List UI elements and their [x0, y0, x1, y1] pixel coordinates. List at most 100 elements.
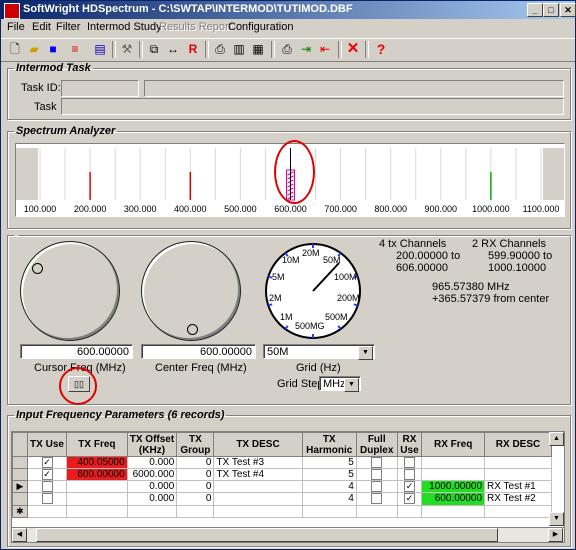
cell-rx-use[interactable] [396, 468, 423, 482]
cell-tx-desc[interactable] [213, 504, 303, 518]
grid-select[interactable]: 50M ▼ [263, 344, 375, 360]
scroll-thumb[interactable] [36, 528, 498, 542]
cell-tx-desc[interactable]: TX Test #4 [213, 468, 303, 482]
open-icon[interactable]: ▰ [26, 41, 42, 57]
cell-tx-use[interactable]: ✓ [26, 455, 68, 470]
cell-tx-group[interactable]: 0 [176, 468, 215, 482]
grid-step-select[interactable]: MHz ▼ [319, 376, 361, 392]
cell-tx-use[interactable] [26, 492, 68, 506]
range-icon[interactable]: ↔ [165, 41, 181, 57]
cell-tx-freq[interactable]: 400.05000 [66, 455, 128, 470]
cell-duplex[interactable] [355, 504, 398, 518]
chevron-down-icon[interactable]: ▼ [358, 346, 373, 360]
cursor-freq-knob[interactable] [20, 241, 120, 341]
checkbox[interactable]: ✓ [41, 457, 53, 468]
grid-icon[interactable]: ▤ [92, 41, 108, 57]
tool-icon[interactable]: ⚒ [119, 41, 135, 57]
cell-harmonic[interactable]: 5 [301, 455, 357, 470]
import-icon[interactable]: ⇤ [317, 41, 333, 57]
checkbox[interactable] [371, 457, 383, 468]
col-rx-freq[interactable]: RX Freq [421, 432, 486, 457]
chevron-down-icon[interactable]: ▼ [344, 378, 359, 392]
scroll-down-icon[interactable]: ▼ [549, 512, 564, 526]
cell-tx-use[interactable] [26, 480, 68, 494]
cell-tx-offset[interactable] [126, 504, 178, 518]
col-tx-freq[interactable]: TX Freq [66, 432, 128, 457]
help-icon[interactable]: ? [373, 41, 389, 57]
cell-harmonic[interactable]: 4 [301, 492, 357, 506]
task-id-field[interactable] [61, 80, 139, 97]
page-icon[interactable]: ▦ [250, 41, 266, 57]
row-selector[interactable] [12, 492, 28, 506]
checkbox[interactable] [371, 469, 383, 481]
col-rx-desc[interactable]: RX DESC [484, 432, 552, 457]
center-freq-input[interactable]: 600.00000 [141, 344, 256, 359]
list-icon[interactable]: ≡ [67, 41, 83, 57]
cell-rx-freq[interactable]: 600.00000 [421, 492, 486, 506]
cell-rx-freq[interactable] [421, 468, 486, 482]
cell-tx-offset[interactable]: 0.000 [126, 480, 178, 494]
close-button[interactable]: ✕ [560, 3, 576, 17]
scroll-right-icon[interactable]: ▶ [548, 528, 563, 542]
delete-icon[interactable]: ✕ [345, 41, 361, 57]
row-selector[interactable]: ▶ [12, 480, 28, 494]
cell-tx-offset[interactable]: 0.000 [126, 455, 178, 470]
menu-file[interactable]: File [7, 21, 25, 33]
grid-dial[interactable]: 20M 50M 100M 200M 500M 500MG 1M 2M 5M 10… [263, 241, 363, 341]
checkbox[interactable] [371, 493, 383, 505]
cell-rx-use[interactable] [396, 455, 423, 470]
scroll-up-icon[interactable]: ▲ [549, 432, 564, 446]
menu-results-report[interactable]: Results Report [159, 21, 232, 33]
cell-rx-freq[interactable]: 1000.00000 [421, 480, 486, 494]
minimize-button[interactable]: _ [527, 3, 543, 17]
cell-tx-desc[interactable] [213, 480, 303, 494]
cell-harmonic[interactable] [301, 504, 357, 518]
r-icon[interactable]: R [185, 41, 201, 57]
menu-intermod-study[interactable]: Intermod Study [87, 21, 162, 33]
cell-tx-offset[interactable]: 0.000 [126, 492, 178, 506]
print-icon[interactable]: ⎙ [212, 41, 228, 57]
maximize-button[interactable]: □ [543, 3, 559, 17]
col-rx-use[interactable]: RX Use [396, 432, 423, 457]
cell-tx-desc[interactable] [213, 492, 303, 506]
cell-rx-use[interactable]: ✓ [396, 492, 423, 506]
cursor-freq-input[interactable]: 600.00000 [20, 344, 133, 359]
cell-duplex[interactable] [355, 468, 398, 482]
table-row[interactable]: ✓ 400.05000 0.000 0 TX Test #3 5 [12, 455, 552, 470]
cell-rx-freq[interactable] [421, 455, 486, 470]
col-tx-offset[interactable]: TX Offset (KHz) [126, 432, 178, 457]
checkbox[interactable]: ✓ [41, 469, 53, 481]
menu-configuration[interactable]: Configuration [228, 21, 293, 33]
row-selector[interactable]: ✱ [12, 504, 28, 518]
cell-tx-freq[interactable] [66, 504, 128, 518]
center-freq-knob[interactable] [141, 241, 241, 341]
cell-tx-freq[interactable]: 600.00000 [66, 468, 128, 482]
checkbox[interactable]: ✓ [403, 493, 415, 505]
checkbox[interactable] [403, 469, 415, 481]
cell-tx-use[interactable] [26, 504, 68, 518]
cell-tx-group[interactable]: 0 [176, 480, 215, 494]
horizontal-scrollbar[interactable]: ◀ ▶ [11, 527, 565, 543]
checkbox[interactable] [41, 493, 53, 505]
table-row[interactable]: ▶ 0.000 0 4 ✓ 1000.00000 RX Test #1 [12, 480, 552, 494]
menu-edit[interactable]: Edit [32, 21, 51, 33]
col-tx-group[interactable]: TX Group [176, 432, 215, 457]
col-tx-use[interactable]: TX Use [26, 432, 68, 457]
table-row[interactable]: ✓ 600.00000 6000.000 0 TX Test #4 5 [12, 468, 552, 482]
save-icon[interactable]: ■ [45, 41, 61, 57]
row-selector[interactable] [12, 468, 28, 482]
table-row[interactable]: 0.000 0 4 ✓ 600.00000 RX Test #2 [12, 492, 552, 506]
title-bar[interactable]: SoftWright HDSpectrum - C:\SWTAP\INTERMO… [1, 1, 576, 19]
cell-harmonic[interactable]: 5 [301, 468, 357, 482]
printer-icon[interactable]: ⎙ [279, 41, 295, 57]
cell-harmonic[interactable]: 4 [301, 480, 357, 494]
col-tx-harmonic[interactable]: TX Harmonic [301, 432, 357, 457]
row-selector[interactable] [12, 455, 28, 470]
cell-duplex[interactable] [355, 480, 398, 494]
task-field[interactable] [61, 98, 564, 115]
cell-tx-group[interactable]: 0 [176, 455, 215, 470]
cell-tx-use[interactable]: ✓ [26, 468, 68, 482]
cell-rx-desc[interactable]: RX Test #1 [484, 480, 552, 494]
cell-rx-desc[interactable] [484, 504, 552, 518]
cell-rx-desc[interactable]: RX Test #2 [484, 492, 552, 506]
